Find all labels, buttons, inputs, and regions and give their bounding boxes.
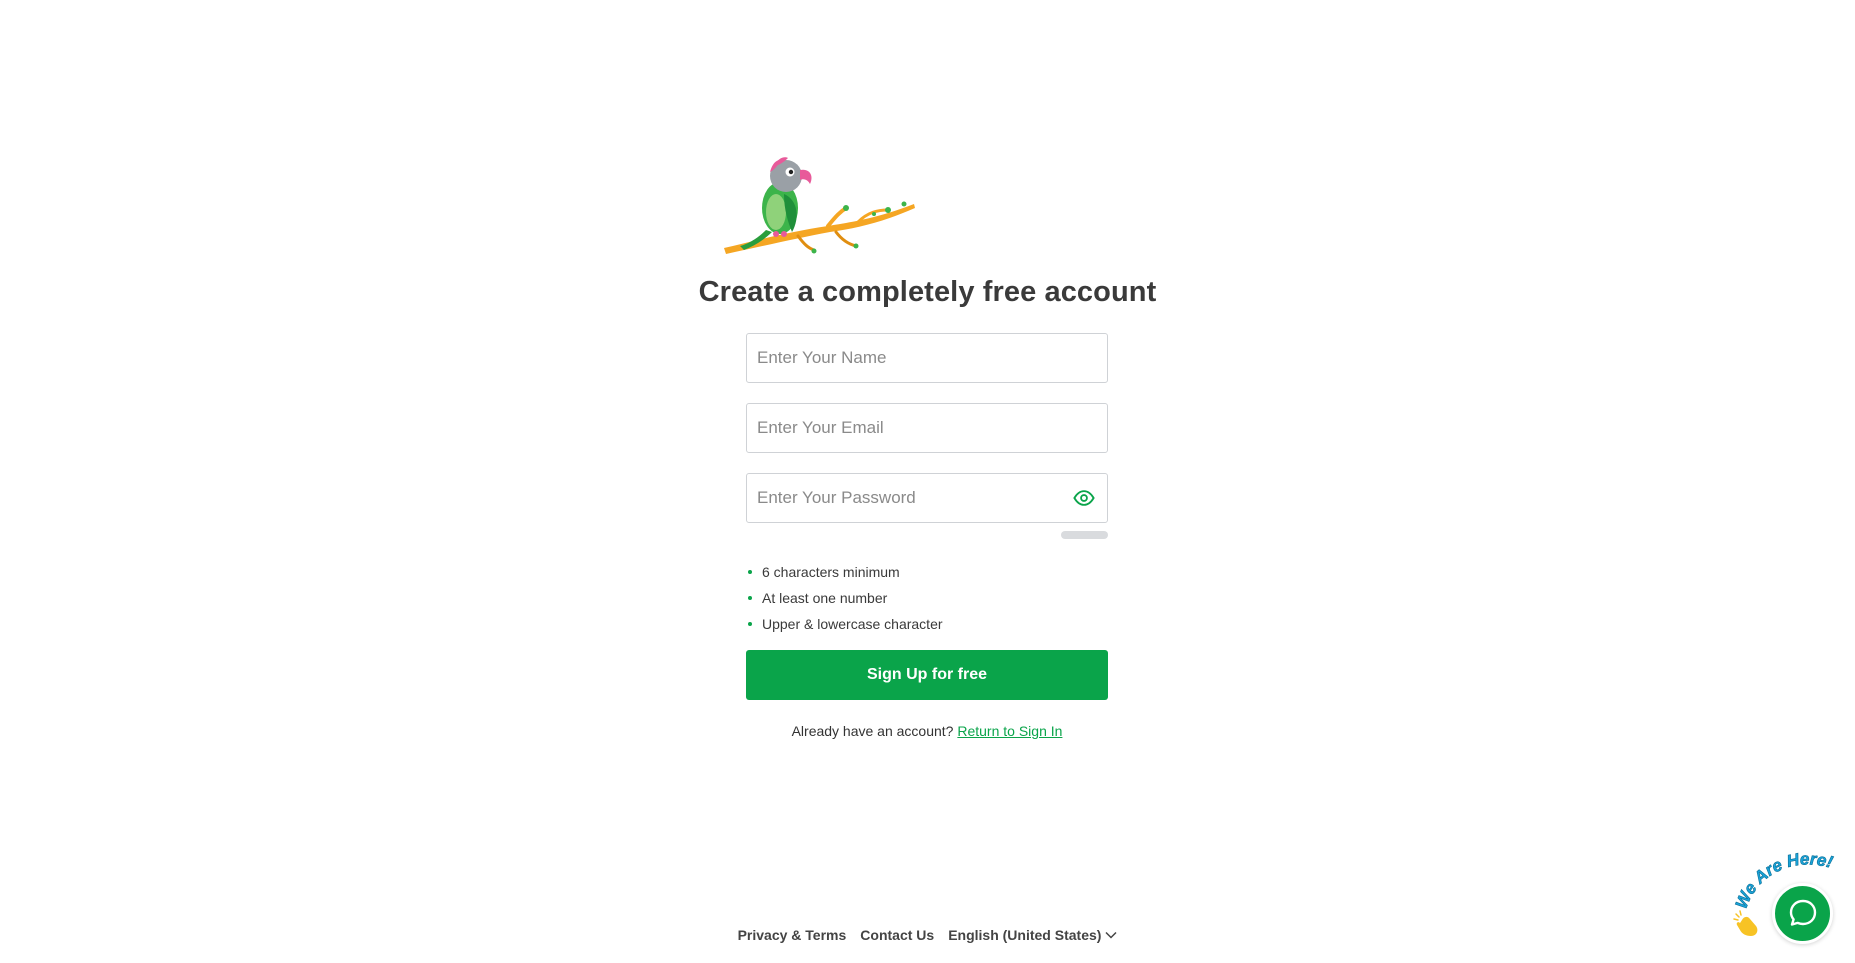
name-field-wrapper <box>746 333 1108 383</box>
signup-form: 6 characters minimum At least one number… <box>746 333 1108 739</box>
return-to-signin-link[interactable]: Return to Sign In <box>957 723 1062 739</box>
language-label: English (United States) <box>948 927 1102 943</box>
footer: Privacy & Terms Contact Us English (Unit… <box>0 927 1855 943</box>
bullet-icon <box>748 570 752 574</box>
password-input[interactable] <box>747 474 1107 522</box>
email-input[interactable] <box>747 404 1107 452</box>
rule-text: At least one number <box>762 590 888 606</box>
waving-hand-icon <box>1733 910 1758 936</box>
contact-us-link[interactable]: Contact Us <box>860 927 934 943</box>
name-input[interactable] <box>747 334 1107 382</box>
password-rules: 6 characters minimum At least one number… <box>746 559 943 637</box>
parrot-logo <box>724 157 915 254</box>
signup-page: Create a completely free account 6 chara… <box>0 0 1855 963</box>
chat-button[interactable] <box>1772 883 1833 944</box>
password-field-wrapper <box>746 473 1108 523</box>
rule-text: 6 characters minimum <box>762 564 900 580</box>
page-title: Create a completely free account <box>698 276 1157 308</box>
bullet-icon <box>748 596 752 600</box>
list-item: 6 characters minimum <box>746 559 943 585</box>
chat-bubble-icon <box>1789 899 1817 926</box>
chevron-down-icon <box>1105 931 1117 939</box>
password-strength-bar <box>1061 531 1108 539</box>
rule-text: Upper & lowercase character <box>762 616 943 632</box>
chat-widget: We Are Here! <box>1728 848 1855 948</box>
email-field-wrapper <box>746 403 1108 453</box>
language-selector[interactable]: English (United States) <box>948 927 1117 943</box>
list-item: Upper & lowercase character <box>746 611 943 637</box>
list-item: At least one number <box>746 585 943 611</box>
signin-prompt: Already have an account? <box>791 723 954 739</box>
signin-row: Already have an account? Return to Sign … <box>746 723 1108 739</box>
signup-button[interactable]: Sign Up for free <box>746 650 1108 700</box>
eye-icon[interactable] <box>1073 489 1095 507</box>
privacy-terms-link[interactable]: Privacy & Terms <box>738 927 847 943</box>
bullet-icon <box>748 622 752 626</box>
